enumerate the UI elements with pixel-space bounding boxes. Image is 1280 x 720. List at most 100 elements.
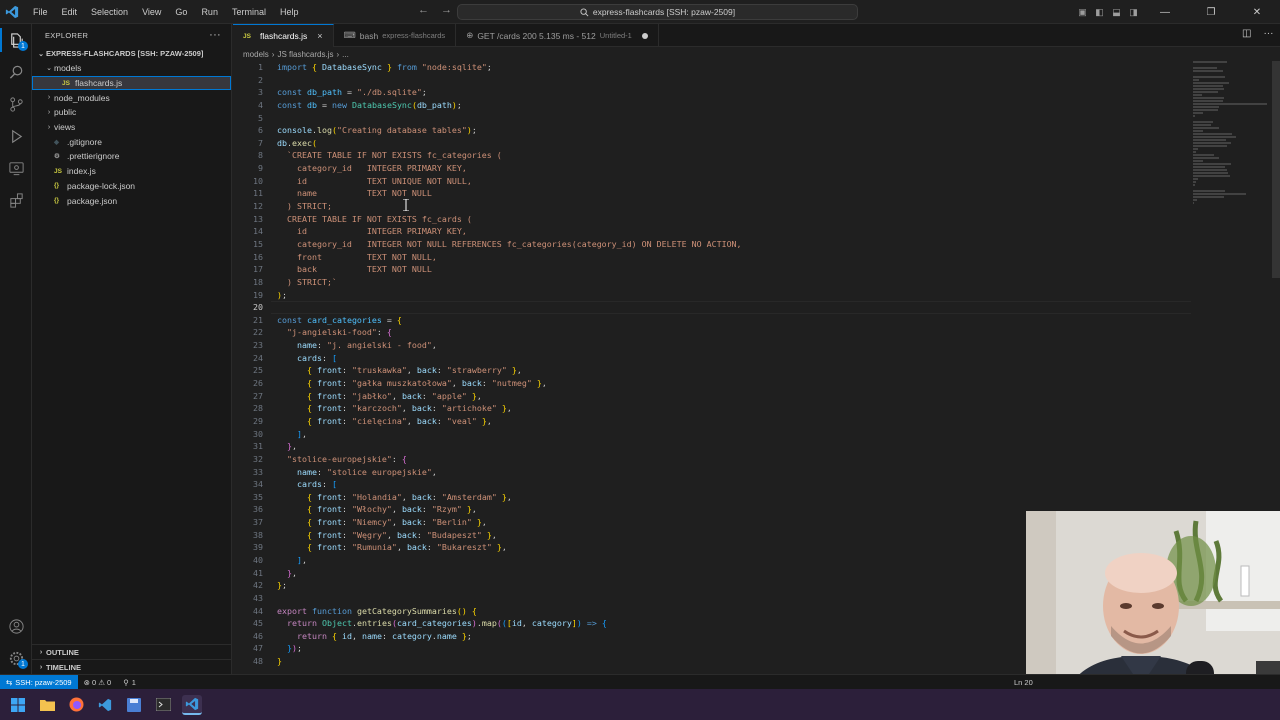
forward-arrow-icon[interactable]: → <box>441 4 452 16</box>
menu-file[interactable]: File <box>26 0 55 24</box>
tree-item-label: views <box>54 122 76 133</box>
accounts-icon[interactable] <box>0 610 32 642</box>
manage-gear-icon[interactable]: 1 <box>0 642 32 674</box>
run-debug-icon[interactable] <box>0 120 32 152</box>
line-number: 35 <box>253 491 263 502</box>
minimap-line <box>1193 70 1223 72</box>
command-center[interactable]: express-flashcards [SSH: pzaw-2509] <box>457 4 858 20</box>
minimap-line <box>1193 163 1231 165</box>
menu-terminal[interactable]: Terminal <box>225 0 273 24</box>
split-editor-icon[interactable]: ◫ <box>1242 28 1251 39</box>
menu-edit[interactable]: Edit <box>55 0 85 24</box>
back-arrow-icon[interactable]: ← <box>418 4 429 16</box>
tree-item-views[interactable]: › views <box>32 120 231 135</box>
firefox-icon[interactable] <box>66 695 86 715</box>
vscode-taskbar-icon[interactable] <box>182 694 202 715</box>
minimap-line <box>1193 76 1225 78</box>
minimap-line <box>1193 184 1195 186</box>
toggle-sidebar-icon[interactable]: ◧ <box>1091 0 1108 24</box>
tab-0[interactable]: JS flashcards.js × <box>233 24 334 47</box>
js-file-icon: JS <box>243 32 251 40</box>
breadcrumb-item[interactable]: ... <box>342 50 349 59</box>
tree-item-package-json[interactable]: {} package.json <box>32 193 231 208</box>
minimap-line <box>1193 139 1226 141</box>
breadcrumb: models › JS flashcards.js ›... <box>233 47 349 61</box>
problems-indicator[interactable]: ⊗ 0 ⚠ 0 <box>78 678 118 687</box>
problems-label: ⊗ 0 ⚠ 0 <box>83 677 112 687</box>
minimap-line <box>1193 175 1230 177</box>
line-number: 17 <box>253 264 263 275</box>
tree-item-flashcards-js[interactable]: JS flashcards.js <box>32 75 231 91</box>
line-number: 24 <box>253 352 263 363</box>
file-explorer-icon[interactable] <box>37 695 57 715</box>
explorer-icon[interactable]: 1 <box>0 24 32 56</box>
line-number: 40 <box>253 554 263 565</box>
remote-indicator[interactable]: ⇆ SSH: pzaw-2509 <box>0 674 78 690</box>
more-actions-icon[interactable]: ··· <box>209 29 221 41</box>
restore-icon[interactable]: ❐ <box>1188 0 1234 24</box>
menu-help[interactable]: Help <box>273 0 306 24</box>
tab-1[interactable]: ⌨ bash express-flashcards <box>334 24 457 47</box>
source-control-icon[interactable] <box>0 88 32 120</box>
outline-section[interactable]: › OUTLINE <box>32 644 232 659</box>
chevron-right-icon: › <box>47 108 51 116</box>
toggle-secondary-sidebar-icon[interactable]: ◨ <box>1125 0 1142 24</box>
line-number: 25 <box>253 365 263 376</box>
line-number: 13 <box>253 213 263 224</box>
tree-item-models[interactable]: ⌄ models <box>32 61 231 76</box>
remote-explorer-icon[interactable] <box>0 152 32 184</box>
tree-item--gitignore[interactable]: ◆ .gitignore <box>32 134 231 149</box>
search-view-icon[interactable] <box>0 56 32 88</box>
workspace-root[interactable]: ⌄ EXPRESS-FLASHCARDS [SSH: PZAW-2509] <box>32 46 231 61</box>
code-line: back TEXT NOT NULL <box>277 264 432 275</box>
tree-item-label: index.js <box>67 166 96 177</box>
tree-item-label: .gitignore <box>67 136 102 147</box>
menu-run[interactable]: Run <box>194 0 225 24</box>
cursor-position[interactable]: Ln 20 <box>1008 678 1039 687</box>
code-line: export function getCategorySummaries() { <box>277 605 477 616</box>
minimap[interactable] <box>1193 61 1273 204</box>
editor-scrollbar[interactable] <box>1272 61 1280 278</box>
tree-item-public[interactable]: › public <box>32 105 231 120</box>
tab-2[interactable]: ⊕ GET /cards 200 5.135 ms - 512 Untitled-1 <box>456 24 659 47</box>
tree-item-node-modules[interactable]: › node_modules <box>32 90 231 105</box>
timeline-label: TIMELINE <box>46 662 81 672</box>
tab-description: Untitled-1 <box>599 31 632 40</box>
close-tab-icon[interactable]: × <box>317 31 322 41</box>
line-number: 30 <box>253 428 263 439</box>
minimize-icon[interactable]: — <box>1142 0 1188 24</box>
code-line: category_id INTEGER NOT NULL REFERENCES … <box>277 238 742 249</box>
breadcrumb-item[interactable]: models <box>243 50 269 59</box>
tree-item--prettierignore[interactable]: ⚙ .prettierignore <box>32 149 231 164</box>
toggle-panel-icon[interactable]: ⬓ <box>1108 0 1125 24</box>
unsaved-dot-icon[interactable] <box>641 32 648 39</box>
outline-label: OUTLINE <box>46 647 79 657</box>
minimap-line <box>1193 97 1225 99</box>
windows-start-icon[interactable] <box>8 695 28 715</box>
menu-go[interactable]: Go <box>168 0 194 24</box>
more-editor-actions-icon[interactable]: ··· <box>1263 28 1273 39</box>
terminal-icon[interactable] <box>153 695 173 715</box>
ports-indicator[interactable]: ⚲ 1 <box>117 678 142 687</box>
menu-view[interactable]: View <box>135 0 168 24</box>
code-line: { front: "Rumunia", back: "Bukareszt" }, <box>306 542 507 553</box>
code-line: ], <box>296 554 307 565</box>
code-line: { front: "truskawka", back: "strawberry"… <box>306 365 522 376</box>
tree-item-package-lock-json[interactable]: {} package-lock.json <box>32 179 231 194</box>
close-window-icon[interactable]: ✕ <box>1234 0 1280 24</box>
extensions-icon[interactable] <box>0 184 32 216</box>
line-number: 26 <box>253 378 263 389</box>
timeline-section[interactable]: › TIMELINE <box>32 659 232 674</box>
code-text[interactable]: import { DatabaseSync } from "node:sqlit… <box>277 61 742 668</box>
menu-selection[interactable]: Selection <box>84 0 135 24</box>
vscode-logo-icon <box>0 0 24 24</box>
save-app-icon[interactable] <box>124 695 144 715</box>
layout-icon[interactable]: ▣ <box>1074 0 1091 24</box>
minimap-line <box>1193 94 1202 96</box>
vscode-blue-icon[interactable] <box>95 695 115 715</box>
tree-item-index-js[interactable]: JS index.js <box>32 164 231 179</box>
minimap-line <box>1193 127 1219 129</box>
tree-item-label: node_modules <box>54 92 110 103</box>
code-line: }, <box>287 441 297 452</box>
breadcrumb-item[interactable]: JS flashcards.js <box>277 50 333 59</box>
